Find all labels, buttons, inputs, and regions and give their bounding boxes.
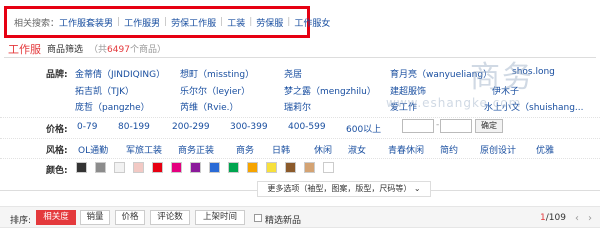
related-link-4[interactable]: 工装 bbox=[227, 16, 245, 29]
separator: | bbox=[249, 17, 253, 27]
color-swatch[interactable] bbox=[209, 162, 220, 173]
style-option[interactable]: 青春休闲 bbox=[388, 143, 424, 156]
related-link-5[interactable]: 劳保服 bbox=[256, 16, 283, 29]
price-min-input[interactable] bbox=[402, 119, 434, 133]
price-range-option[interactable]: 80-199 bbox=[118, 122, 150, 132]
price-range-option[interactable]: 0-79 bbox=[77, 122, 97, 132]
color-swatch[interactable] bbox=[171, 162, 182, 173]
color-swatch[interactable] bbox=[114, 162, 125, 173]
sort-bar: 排序: 相关度 销量 价格 评论数 上架时间 精选新品 1/109 ‹ › bbox=[0, 206, 600, 228]
sort-reviews-button[interactable]: 评论数 bbox=[150, 210, 190, 225]
style-label: 风格: bbox=[46, 146, 68, 156]
style-option[interactable]: 淑女 bbox=[348, 143, 366, 156]
color-swatch[interactable] bbox=[190, 162, 201, 173]
style-option[interactable]: 日韩 bbox=[272, 143, 290, 156]
chevron-down-icon: ⌄ bbox=[413, 184, 421, 193]
style-filter: 风格: OL通勤 军旅工装 商务正装 商务 日韩 休闲 淑女 青春休闲 简约 原… bbox=[0, 138, 600, 156]
style-option[interactable]: 军旅工装 bbox=[126, 143, 162, 156]
filter-title: 商品筛选 bbox=[47, 45, 84, 55]
style-option[interactable]: 优雅 bbox=[536, 143, 554, 156]
price-range-option[interactable]: 300-399 bbox=[230, 122, 268, 132]
style-option[interactable]: 商务 bbox=[236, 143, 254, 156]
price-confirm-button[interactable]: 确定 bbox=[475, 119, 503, 133]
brand-option[interactable]: 拓吉凯（TJK） bbox=[75, 84, 134, 97]
more-options-button[interactable]: 更多选项（袖型，图案，版型，尺码等） ⌄ bbox=[257, 181, 431, 197]
new-products-checkbox[interactable] bbox=[254, 214, 262, 222]
color-swatch[interactable] bbox=[95, 162, 106, 173]
brand-option[interactable]: 金蒂倩（JINDIQING） bbox=[75, 67, 165, 80]
color-label: 颜色: bbox=[46, 166, 68, 176]
color-swatch[interactable] bbox=[76, 162, 87, 173]
style-option[interactable]: 原创设计 bbox=[480, 143, 516, 156]
color-swatch[interactable] bbox=[152, 162, 163, 173]
category-title: 工作服 bbox=[8, 42, 41, 56]
separator: | bbox=[164, 17, 168, 27]
brand-option[interactable]: 尧居 bbox=[284, 67, 302, 80]
chevron-right-icon[interactable]: › bbox=[588, 213, 592, 224]
brand-option[interactable]: 芮维（Rvie.） bbox=[180, 100, 238, 113]
color-swatch[interactable] bbox=[133, 162, 144, 173]
price-max-input[interactable] bbox=[440, 119, 472, 133]
brand-label: 品牌: bbox=[46, 70, 68, 80]
color-swatch[interactable] bbox=[323, 162, 334, 173]
related-searches-label: 相关搜索： bbox=[14, 18, 60, 29]
product-count: （共6497个商品） bbox=[89, 45, 166, 55]
price-range-option[interactable]: 400-599 bbox=[288, 122, 326, 132]
price-dash: - bbox=[436, 120, 440, 130]
page-indicator: 1/109 bbox=[540, 213, 566, 223]
brand-option[interactable]: 瑞莉尔 bbox=[284, 100, 311, 113]
related-link-6[interactable]: 工作服女 bbox=[294, 16, 330, 29]
related-link-2[interactable]: 工作服男 bbox=[124, 16, 160, 29]
color-swatch[interactable] bbox=[285, 162, 296, 173]
sort-sales-button[interactable]: 销量 bbox=[80, 210, 110, 225]
watermark-logo: 商务 bbox=[470, 60, 534, 95]
style-option[interactable]: OL通勤 bbox=[78, 143, 108, 156]
brand-option[interactable]: 庞哲（pangzhe） bbox=[75, 100, 150, 113]
watermark-url: www.eshangke.com bbox=[386, 96, 522, 110]
new-products-label: 精选新品 bbox=[265, 216, 302, 226]
sort-relevance-button[interactable]: 相关度 bbox=[36, 210, 76, 225]
separator: | bbox=[220, 17, 224, 27]
related-link-1[interactable]: 工作服套装男 bbox=[59, 16, 113, 29]
price-range-option[interactable]: 200-299 bbox=[172, 122, 210, 132]
brand-option[interactable]: 梦之露（mengzhilu） bbox=[284, 84, 376, 97]
color-swatch[interactable] bbox=[266, 162, 277, 173]
sort-price-button[interactable]: 价格 bbox=[115, 210, 145, 225]
separator: | bbox=[287, 17, 291, 27]
chevron-left-icon[interactable]: ‹ bbox=[575, 213, 579, 224]
color-filter: 颜色: bbox=[0, 158, 600, 176]
color-swatch[interactable] bbox=[247, 162, 258, 173]
color-swatch[interactable] bbox=[228, 162, 239, 173]
brand-option[interactable]: 想町（missting） bbox=[180, 67, 254, 80]
brand-option[interactable]: 乐尔尔（leyier） bbox=[180, 84, 250, 97]
sort-newest-button[interactable]: 上架时间 bbox=[195, 210, 245, 225]
color-swatch[interactable] bbox=[304, 162, 315, 173]
price-label: 价格: bbox=[46, 125, 68, 135]
style-option[interactable]: 简约 bbox=[440, 143, 458, 156]
price-filter: 价格: 0-79 80-199 200-299 300-399 400-599 … bbox=[0, 117, 600, 135]
style-option[interactable]: 休闲 bbox=[314, 143, 332, 156]
style-option[interactable]: 商务正装 bbox=[178, 143, 214, 156]
more-options-label: 更多选项（袖型，图案，版型，尺码等） bbox=[267, 184, 412, 193]
related-link-3[interactable]: 劳保工作服 bbox=[171, 16, 216, 29]
sort-label: 排序: bbox=[10, 216, 32, 226]
price-range-option[interactable]: 600以上 bbox=[346, 122, 381, 135]
separator: | bbox=[117, 17, 121, 27]
related-searches-box: 相关搜索： 工作服套装男 | 工作服男 | 劳保工作服 | 工装 | 劳保服 |… bbox=[4, 6, 330, 38]
